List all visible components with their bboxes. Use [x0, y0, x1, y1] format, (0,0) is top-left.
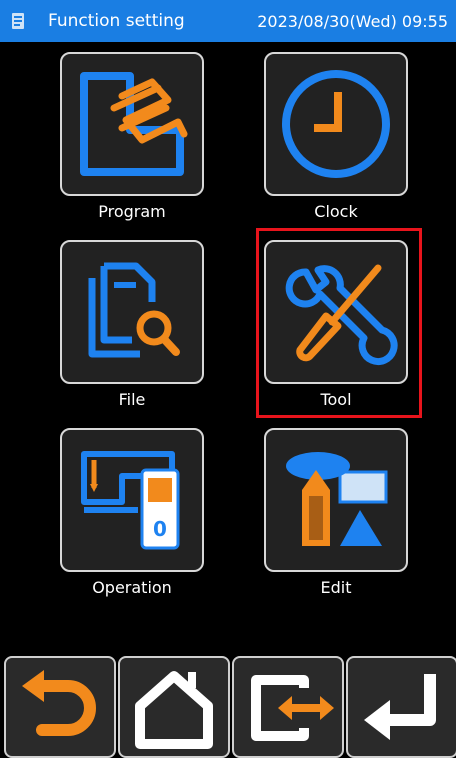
clock-icon [282, 70, 390, 178]
switch-icon [251, 675, 334, 741]
operation-icon: 0 [81, 451, 180, 550]
file-label: File [118, 390, 146, 409]
program-icon [80, 72, 188, 176]
back-icon [22, 670, 96, 736]
operation-button[interactable]: 0 [60, 428, 204, 572]
file-search-icon [88, 262, 180, 358]
clock-label: Clock [314, 202, 358, 221]
home-icon [135, 671, 213, 749]
home-button[interactable] [118, 656, 230, 758]
enter-icon [364, 674, 436, 740]
bottom-toolbar [0, 650, 456, 758]
operation-label: Operation [92, 578, 172, 597]
memo-icon [12, 13, 24, 29]
back-button[interactable] [4, 656, 116, 758]
tool-icon [285, 264, 398, 366]
file-button[interactable] [60, 240, 204, 384]
date-time: 2023/08/30(Wed) 09:55 [257, 11, 448, 31]
edit-label: Edit [320, 578, 352, 597]
title-bar: Function setting 2023/08/30(Wed) 09:55 [0, 0, 456, 42]
clock-button[interactable] [264, 52, 408, 196]
switch-button[interactable] [232, 656, 344, 758]
page-title: Function setting [48, 11, 185, 31]
edit-button[interactable] [264, 428, 408, 572]
program-button[interactable] [60, 52, 204, 196]
program-label: Program [98, 202, 166, 221]
svg-text:0: 0 [153, 517, 167, 541]
edit-icon [286, 452, 388, 546]
enter-button[interactable] [346, 656, 456, 758]
tool-button[interactable] [264, 240, 408, 384]
tool-label: Tool [320, 390, 352, 409]
